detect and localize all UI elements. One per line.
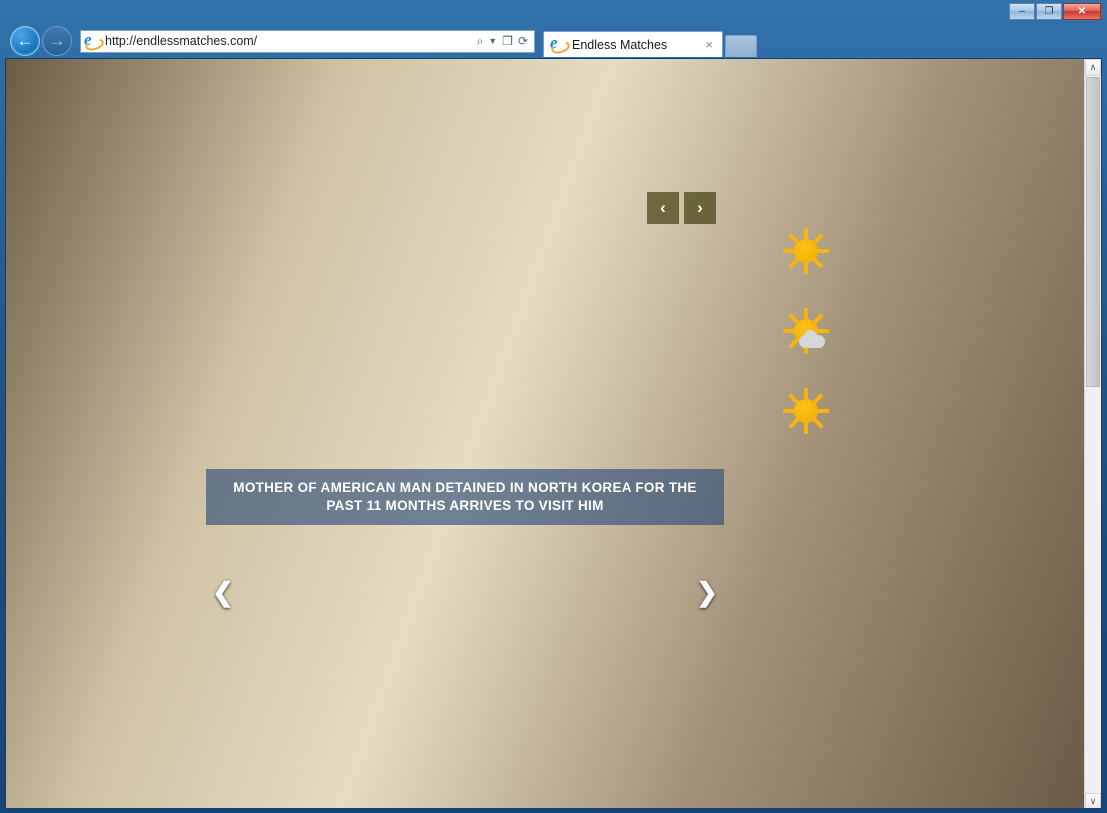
carousel-next-button[interactable]: ❯ [690, 533, 724, 651]
hero-nav-arrows: ‹ › [647, 192, 716, 224]
hero-next-button[interactable]: › [684, 192, 716, 224]
back-button[interactable]: ← [10, 26, 40, 56]
page-columns: US NEWS ENTERTAINMENT SPORTS BUSINESS [6, 173, 1086, 781]
sun-cloud-icon [769, 308, 843, 354]
new-tab-button[interactable] [725, 35, 757, 57]
web-page: M WEB ⌄ [6, 59, 1086, 809]
browser-window: – ❐ ✕ ← → http://endlessmatches.com/ ⌕ ▼… [0, 0, 1107, 813]
tab-close-icon[interactable]: × [702, 37, 716, 52]
sun-icon [769, 388, 843, 434]
window-controls: – ❐ ✕ [1009, 3, 1101, 20]
tab-title: Endless Matches [572, 38, 702, 52]
sun-glyph [783, 228, 829, 274]
address-bar-icons: ⌕ ▼ ❐ ⟳ [477, 34, 531, 49]
search-dropdown-icon[interactable]: ⌕ [477, 34, 484, 49]
scroll-up-button[interactable]: ∧ [1085, 59, 1101, 76]
scrollbar-thumb[interactable] [1086, 77, 1100, 387]
minimize-button[interactable]: – [1009, 3, 1035, 20]
main-content: ‹ › MOTHER OF AMERICAN MAN DETAINED IN N… [206, 173, 738, 781]
story-list-item[interactable]: 14 minutes ago Obama admin says it will … [206, 729, 724, 781]
refresh-icon[interactable]: ⟳ [518, 34, 528, 48]
scroll-down-button[interactable]: ∨ [1085, 793, 1101, 809]
sun-icon [769, 228, 843, 274]
cloud-glyph [799, 335, 825, 348]
vertical-scrollbar[interactable]: ∧ ∨ [1084, 59, 1101, 809]
maximize-button[interactable]: ❐ [1036, 3, 1062, 20]
browser-tab[interactable]: Endless Matches × [543, 31, 723, 57]
forward-button[interactable]: → [42, 26, 72, 56]
address-bar-url: http://endlessmatches.com/ [105, 34, 477, 48]
sun-glyph [783, 308, 829, 354]
compatibility-view-icon[interactable]: ❐ [502, 34, 513, 48]
hero-prev-button[interactable]: ‹ [647, 192, 679, 224]
caret-down-icon[interactable]: ▼ [488, 36, 497, 46]
tab-favicon [550, 36, 567, 53]
navigation-bar: ← → http://endlessmatches.com/ ⌕ ▼ ❐ ⟳ E… [0, 25, 1107, 57]
story-thumbnail[interactable] [206, 729, 310, 781]
hero-caption: MOTHER OF AMERICAN MAN DETAINED IN NORTH… [206, 469, 724, 525]
close-window-button[interactable]: ✕ [1063, 3, 1101, 20]
carousel-prev-button[interactable]: ❮ [206, 533, 240, 651]
sun-glyph [783, 388, 829, 434]
tab-strip: Endless Matches × [543, 25, 757, 57]
title-bar: – ❐ ✕ [0, 0, 1107, 22]
ie-favicon [84, 33, 101, 50]
page-viewport: M WEB ⌄ [5, 58, 1102, 809]
address-bar[interactable]: http://endlessmatches.com/ ⌕ ▼ ❐ ⟳ [80, 30, 535, 53]
